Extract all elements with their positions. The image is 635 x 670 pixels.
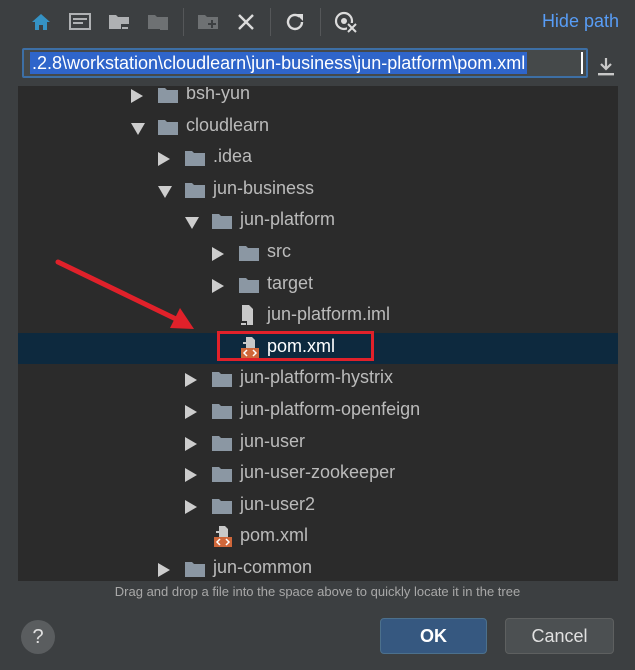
toolbar-separator	[320, 8, 321, 36]
path-input-text: .2.8\workstation\cloudlearn\jun-business…	[30, 52, 528, 74]
chevron-right-icon[interactable]	[185, 468, 197, 483]
tree-row[interactable]: jun-user	[18, 428, 618, 459]
tree-row[interactable]: jun-user-zookeeper	[18, 459, 618, 490]
tree-item-label: jun-platform	[240, 209, 336, 230]
chevron-right-icon[interactable]	[185, 499, 197, 514]
desktop-icon[interactable]	[68, 10, 92, 34]
tree-item-label: jun-platform-hystrix	[240, 367, 394, 388]
folder-icon	[212, 498, 232, 519]
tree-item-label: cloudlearn	[186, 114, 270, 135]
folder-icon	[212, 213, 232, 234]
folder-icon	[239, 277, 259, 298]
show-hidden-icon[interactable]	[334, 10, 358, 34]
tree-item-label: target	[267, 272, 314, 293]
drag-drop-hint: Drag and drop a file into the space abov…	[114, 584, 521, 599]
chevron-right-icon[interactable]	[131, 89, 143, 103]
folder-icon	[185, 561, 205, 581]
help-button[interactable]: ?	[21, 620, 55, 654]
toolbar-separator	[270, 8, 271, 36]
iml-file-icon	[239, 305, 255, 331]
refresh-icon[interactable]	[283, 10, 307, 34]
tree-item-label: jun-common	[213, 557, 313, 577]
tree-row[interactable]: pom.xml	[18, 522, 618, 553]
tree-item-label: jun-user	[240, 430, 306, 451]
hide-path-link[interactable]: Hide path	[542, 11, 619, 32]
project-folder-icon[interactable]	[107, 10, 131, 34]
tree-item-label: src	[267, 241, 291, 261]
folder-icon	[158, 87, 178, 108]
tree-row[interactable]: target	[18, 270, 618, 301]
tree-row[interactable]: .idea	[18, 143, 618, 174]
path-row: .2.8\workstation\cloudlearn\jun-business…	[0, 46, 635, 86]
tree-row[interactable]: jun-common	[18, 554, 618, 581]
chevron-down-icon[interactable]	[158, 185, 172, 198]
ok-button[interactable]: OK	[380, 618, 487, 654]
module-folder-icon[interactable]	[146, 10, 170, 34]
tree-row[interactable]: cloudlearn	[18, 112, 618, 143]
tree-row[interactable]: src	[18, 238, 618, 269]
toolbar: Hide path	[0, 0, 635, 44]
text-caret	[581, 52, 583, 74]
download-icon[interactable]	[596, 56, 616, 78]
tree-row[interactable]: jun-platform.iml	[18, 301, 618, 332]
chevron-right-icon[interactable]	[212, 278, 224, 293]
chevron-down-icon[interactable]	[131, 122, 145, 135]
highlight-box	[217, 331, 374, 361]
tree-item-label: jun-platform-openfeign	[240, 399, 421, 419]
tree-row[interactable]: jun-platform-openfeign	[18, 396, 618, 427]
chevron-right-icon[interactable]	[212, 247, 224, 261]
chevron-down-icon[interactable]	[185, 217, 199, 230]
folder-icon	[212, 435, 232, 456]
folder-icon	[185, 182, 205, 203]
chevron-right-icon[interactable]	[185, 405, 197, 419]
tree-row[interactable]: jun-platform-hystrix	[18, 364, 618, 395]
folder-icon	[239, 245, 259, 266]
tree-row[interactable]: jun-business	[18, 175, 618, 206]
new-folder-icon[interactable]	[196, 10, 220, 34]
xml-file-icon	[212, 526, 234, 552]
chevron-right-icon[interactable]	[185, 436, 197, 451]
cancel-button[interactable]: Cancel	[505, 618, 614, 654]
tree-row[interactable]: jun-platform	[18, 206, 618, 237]
folder-icon	[212, 371, 232, 392]
chevron-right-icon[interactable]	[158, 563, 170, 577]
tree-row[interactable]: jun-user2	[18, 491, 618, 522]
toolbar-separator	[183, 8, 184, 36]
folder-icon	[185, 150, 205, 171]
tree-item-label: .idea	[213, 146, 253, 167]
tree-item-label: pom.xml	[240, 525, 309, 546]
chevron-right-icon[interactable]	[185, 373, 197, 388]
folder-icon	[212, 403, 232, 424]
delete-icon[interactable]	[234, 10, 258, 34]
home-icon[interactable]	[29, 10, 53, 34]
tree-item-label: jun-business	[213, 177, 315, 198]
chevron-right-icon[interactable]	[158, 152, 170, 167]
file-tree[interactable]: bsh-yun cloudlearn .idea jun-business jun-pl…	[18, 86, 618, 581]
folder-icon	[158, 119, 178, 140]
tree-item-label: jun-platform.iml	[267, 304, 391, 325]
path-input[interactable]: .2.8\workstation\cloudlearn\jun-business…	[22, 48, 588, 78]
tree-item-label: jun-user-zookeeper	[240, 462, 396, 483]
tree-item-label: jun-user2	[240, 493, 316, 514]
folder-icon	[212, 466, 232, 487]
tree-item-label: bsh-yun	[186, 86, 251, 103]
tree-row[interactable]: bsh-yun	[18, 86, 618, 111]
